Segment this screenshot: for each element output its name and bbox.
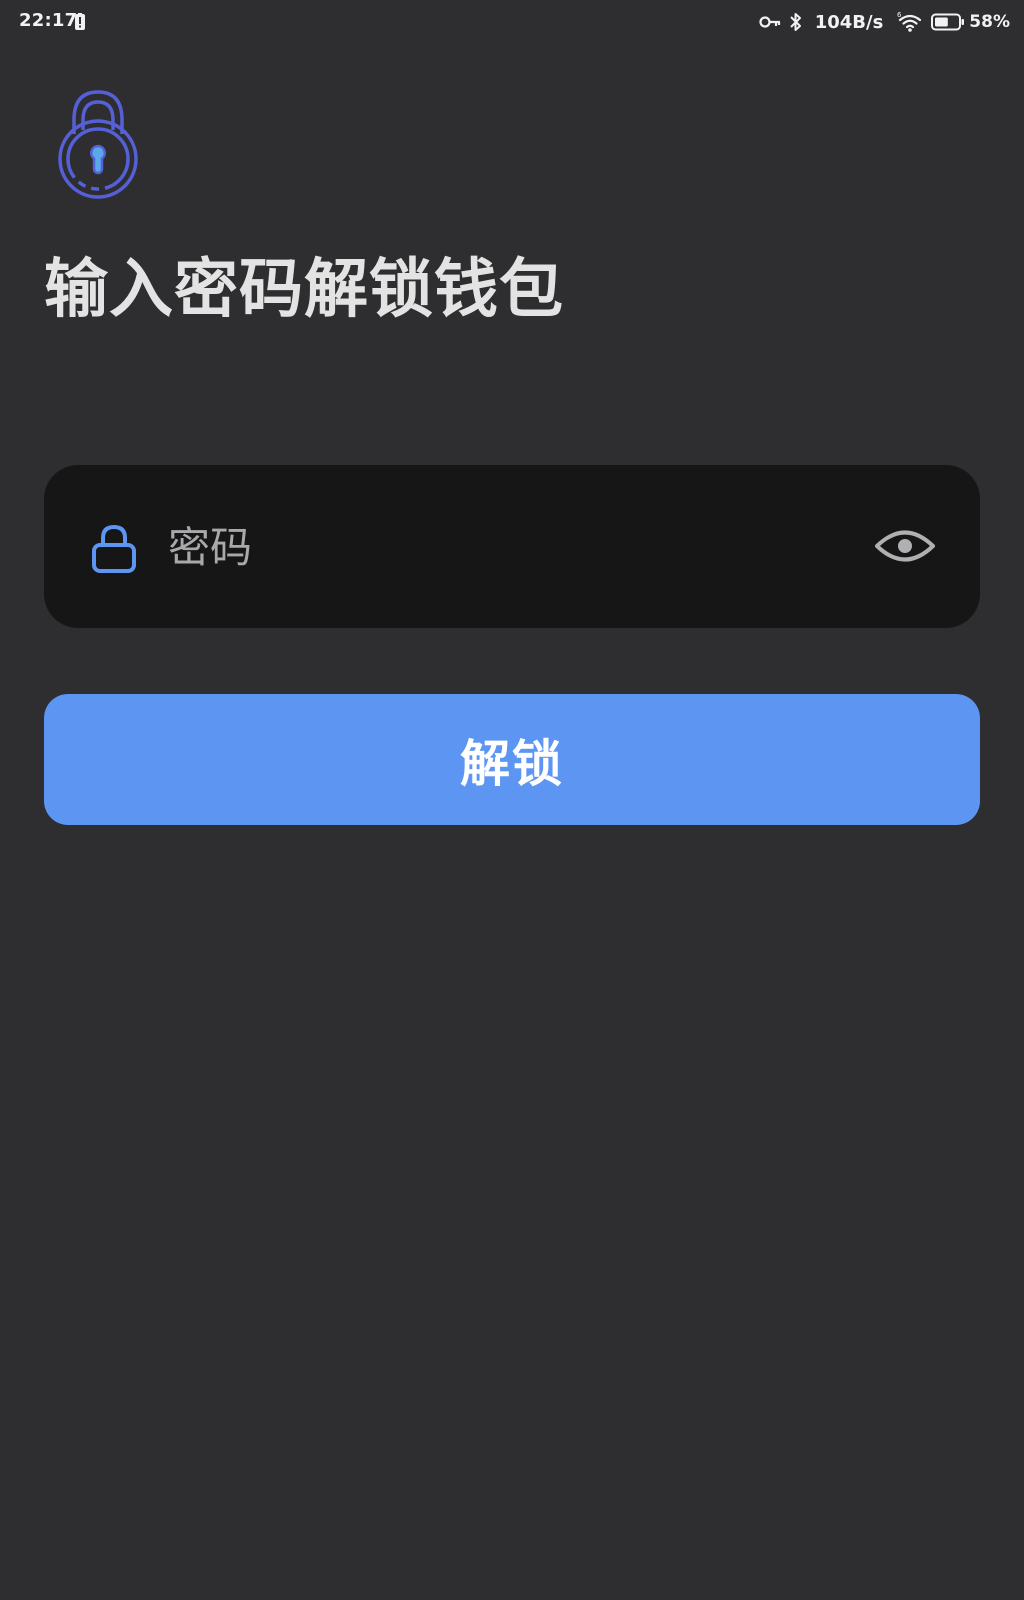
lock-icon	[92, 524, 136, 573]
password-field[interactable]	[44, 465, 980, 628]
wifi-icon: 6	[897, 11, 922, 32]
vpn-key-icon	[759, 16, 780, 28]
status-time: 22:17	[19, 10, 78, 31]
svg-text:6: 6	[897, 11, 902, 19]
unlock-button[interactable]: 解锁	[44, 694, 980, 825]
bluetooth-icon	[789, 13, 801, 31]
battery-icon	[931, 13, 965, 31]
network-speed: 104B/s	[814, 11, 884, 33]
battery-alert-icon	[75, 13, 85, 30]
battery-percent: 58%	[969, 12, 1010, 32]
page-title: 输入密码解锁钱包	[44, 253, 564, 327]
password-input[interactable]	[168, 515, 828, 579]
status-bar: 22:17 104B/s 6 58%	[0, 0, 1024, 44]
padlock-icon	[58, 90, 138, 199]
status-icons: 104B/s 6 58%	[759, 10, 1010, 34]
eye-icon[interactable]	[874, 521, 936, 571]
